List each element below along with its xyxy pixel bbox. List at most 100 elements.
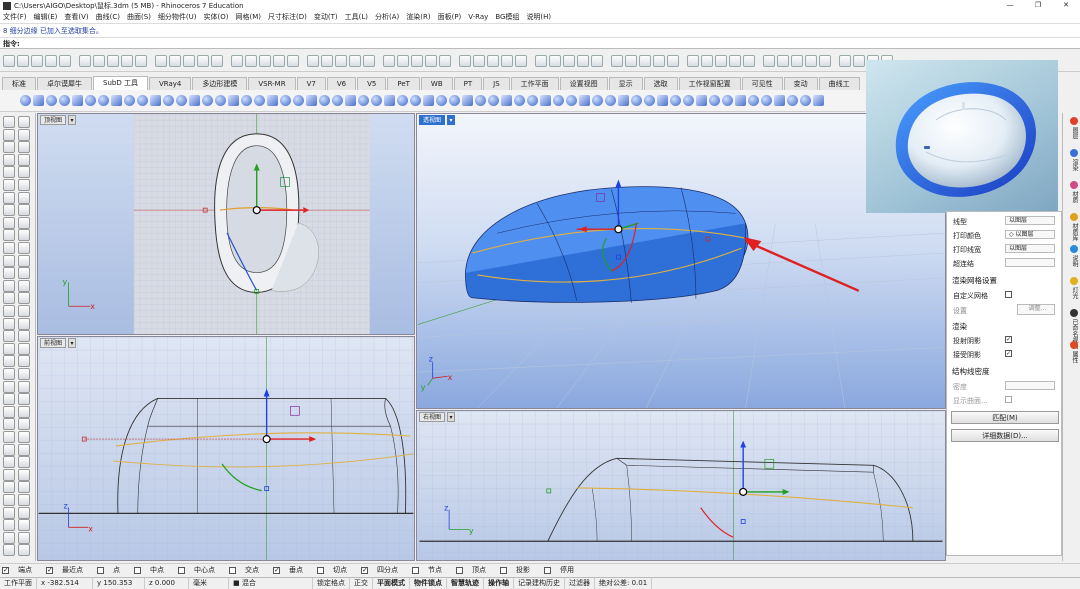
viewport-menu-arrow[interactable]: ▾ (68, 338, 76, 348)
status-toggle-3[interactable]: 物件锁点 (410, 578, 447, 589)
subd-tool-icon[interactable] (345, 95, 356, 106)
subd-tool-icon[interactable] (85, 95, 96, 106)
osnap-checkbox[interactable] (456, 566, 463, 574)
subd-tool-icon[interactable] (761, 95, 772, 106)
left-tool-icon[interactable] (18, 330, 30, 343)
minimize-button[interactable]: — (996, 0, 1024, 11)
left-tool-icon[interactable] (18, 279, 30, 292)
prop-hyperlink-field[interactable] (1005, 258, 1055, 267)
subd-tool-icon[interactable] (254, 95, 265, 106)
toolbar-tool-icon[interactable] (473, 54, 485, 67)
side-tab-5[interactable]: 灯光 (1065, 277, 1079, 299)
left-tool-icon[interactable] (3, 204, 15, 217)
toolbar-tool-icon[interactable] (501, 54, 513, 67)
cast-shadow-checkbox[interactable]: ✓ (1005, 336, 1012, 343)
subd-tool-icon[interactable] (644, 95, 655, 106)
osnap-checkbox[interactable] (544, 566, 551, 574)
left-tool-icon[interactable] (18, 506, 30, 519)
toolbar-tool-icon[interactable] (259, 54, 271, 67)
subd-tool-icon[interactable] (293, 95, 304, 106)
menu-item[interactable]: 实体(O) (204, 12, 229, 22)
subd-tool-icon[interactable] (566, 95, 577, 106)
viewport-label-front[interactable]: 前视图 (40, 338, 67, 348)
menu-item[interactable]: 渲染(R) (406, 12, 430, 22)
status-cplane[interactable]: 工作平面 (0, 578, 37, 589)
left-tool-icon[interactable] (3, 405, 15, 418)
toolbar-tool-icon[interactable] (653, 54, 665, 67)
left-tool-icon[interactable] (18, 317, 30, 330)
toolbar-tool-icon[interactable] (715, 54, 727, 67)
left-tool-icon[interactable] (3, 242, 15, 254)
viewport-menu-arrow[interactable]: ▾ (447, 115, 455, 125)
toolbar-tool-icon[interactable] (107, 54, 119, 67)
menu-item[interactable]: V-Ray (468, 13, 488, 21)
toolbar-tool-icon[interactable] (839, 54, 851, 67)
tab-2[interactable]: SubD 工具 (93, 76, 148, 90)
toolbar-tool-icon[interactable] (93, 54, 105, 67)
toolbar-tool-icon[interactable] (335, 54, 347, 67)
tab-6[interactable]: V7 (296, 77, 326, 90)
menu-item[interactable]: 曲面(S) (127, 12, 151, 22)
subd-tool-icon[interactable] (813, 95, 824, 106)
tab-17[interactable]: 工作视窗配置 (678, 77, 741, 90)
subd-tool-icon[interactable] (683, 95, 694, 106)
toolbar-tool-icon[interactable] (439, 54, 451, 67)
toolbar-tool-icon[interactable] (611, 54, 623, 67)
subd-tool-icon[interactable] (228, 95, 239, 106)
subd-tool-icon[interactable] (98, 95, 109, 106)
left-tool-icon[interactable] (18, 380, 30, 393)
subd-tool-icon[interactable] (59, 95, 70, 106)
subd-tool-icon[interactable] (488, 95, 499, 106)
left-tool-icon[interactable] (3, 355, 15, 368)
menu-item[interactable]: 网格(M) (236, 12, 262, 22)
subd-tool-icon[interactable] (189, 95, 200, 106)
osnap-11[interactable]: 投影 (500, 565, 537, 575)
left-tool-icon[interactable] (3, 380, 15, 393)
toolbar-tool-icon[interactable] (411, 54, 423, 67)
tab-16[interactable]: 选取 (643, 77, 678, 90)
toolbar-tool-icon[interactable] (853, 54, 865, 67)
toolbar-tool-icon[interactable] (287, 54, 299, 67)
left-tool-icon[interactable] (18, 229, 30, 242)
toolbar-tool-icon[interactable] (349, 54, 361, 67)
osnap-4[interactable]: 中心点 (178, 565, 222, 575)
viewport-label-perspective[interactable]: 透视图 (419, 115, 446, 125)
left-tool-icon[interactable] (18, 128, 30, 141)
osnap-2[interactable]: 点 (97, 565, 127, 575)
left-tool-icon[interactable] (18, 141, 30, 154)
prop-print-color-select[interactable]: ◇ 以图层 (1005, 230, 1055, 239)
tab-14[interactable]: 设置视图 (559, 77, 608, 90)
show-surface-checkbox[interactable] (1005, 396, 1012, 403)
subd-tool-icon[interactable] (657, 95, 668, 106)
subd-tool-icon[interactable] (436, 95, 447, 106)
toolbar-tool-icon[interactable] (487, 54, 499, 67)
subd-tool-icon[interactable] (319, 95, 330, 106)
left-tool-icon[interactable] (3, 254, 15, 267)
left-tool-icon[interactable] (3, 544, 15, 557)
left-tool-icon[interactable] (3, 179, 15, 191)
toolbar-tool-icon[interactable] (121, 54, 133, 67)
toolbar-tool-icon[interactable] (211, 54, 223, 67)
side-tab-1[interactable]: 渲染 (1065, 149, 1079, 171)
subd-tool-icon[interactable] (501, 95, 512, 106)
left-tool-icon[interactable] (3, 431, 15, 443)
toolbar-tool-icon[interactable] (135, 54, 147, 67)
left-tool-icon[interactable] (18, 443, 30, 456)
subd-tool-icon[interactable] (462, 95, 473, 106)
toolbar-tool-icon[interactable] (425, 54, 437, 67)
toolbar-tool-icon[interactable] (563, 54, 575, 67)
subd-tool-icon[interactable] (137, 95, 148, 106)
toolbar-tool-icon[interactable] (245, 54, 257, 67)
left-tool-icon[interactable] (18, 368, 30, 380)
side-tab-7[interactable]: 属性 (1065, 341, 1079, 363)
left-tool-icon[interactable] (18, 116, 30, 128)
menu-item[interactable]: 尺寸标注(D) (268, 12, 307, 22)
osnap-7[interactable]: 切点 (317, 565, 354, 575)
menu-item[interactable]: 查看(V) (64, 12, 88, 22)
left-tool-icon[interactable] (3, 481, 15, 494)
subd-tool-icon[interactable] (241, 95, 252, 106)
osnap-8[interactable]: ✓ 四分点 (361, 565, 405, 575)
toolbar-tool-icon[interactable] (819, 54, 831, 67)
status-toggle-6[interactable]: 记录建构历史 (514, 578, 565, 589)
density-input[interactable] (1005, 381, 1055, 390)
